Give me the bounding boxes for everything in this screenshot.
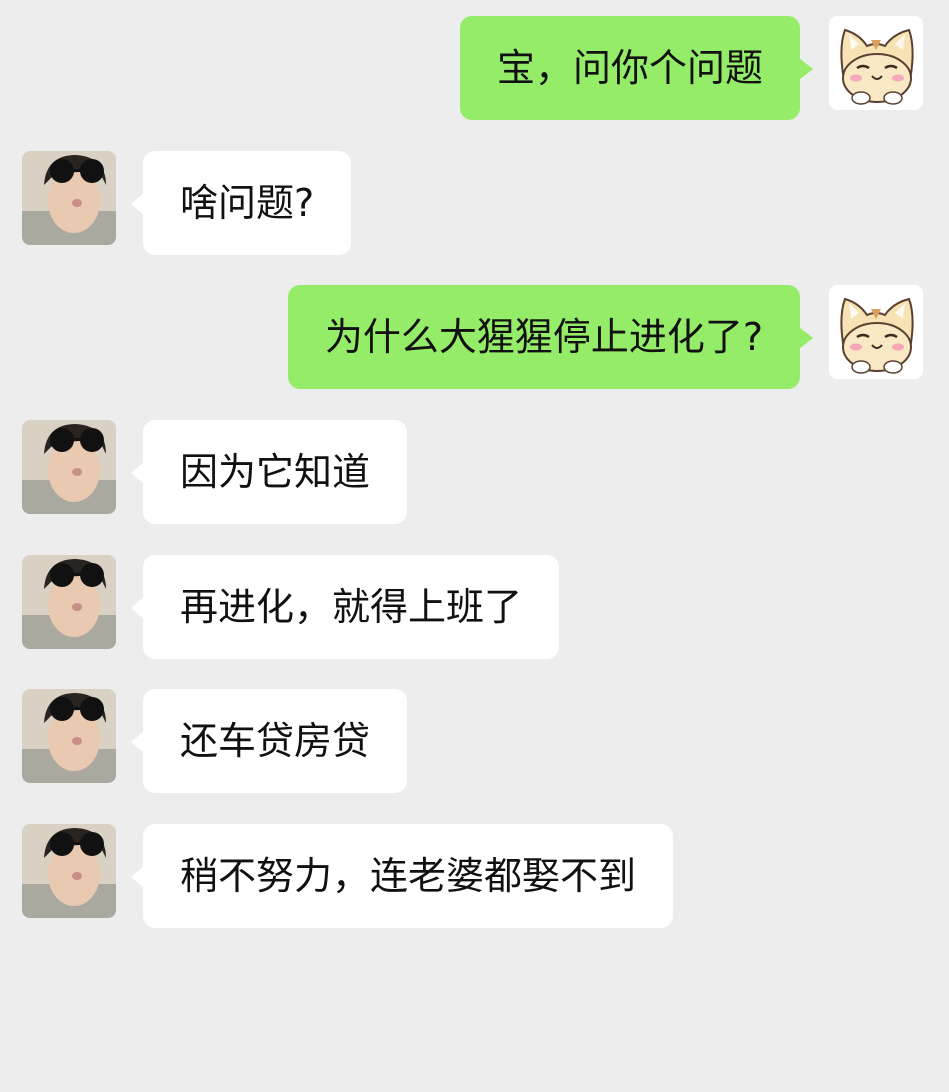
incoming-message-bubble[interactable]: 再进化，就得上班了 — [130, 555, 560, 659]
sunglasses-person-avatar[interactable] — [22, 824, 116, 918]
sunglasses-person-avatar[interactable] — [22, 555, 116, 649]
message-row-incoming: 啥问题? — [0, 151, 949, 255]
message-row-outgoing: 宝，问你个问题 — [0, 16, 949, 120]
chat-thread: 宝，问你个问题 啥问题? 为什么大猩猩停止进化了? 因为它知道 再进化，就得上班… — [0, 0, 949, 1092]
cat-avatar-icon[interactable] — [829, 16, 923, 110]
outgoing-message-bubble[interactable]: 宝，问你个问题 — [459, 16, 814, 120]
sunglasses-person-avatar[interactable] — [22, 689, 116, 783]
message-row-incoming: 还车贷房贷 — [0, 689, 949, 793]
message-row-incoming: 再进化，就得上班了 — [0, 555, 949, 659]
incoming-message-bubble[interactable]: 还车贷房贷 — [130, 689, 408, 793]
cat-avatar-icon[interactable] — [829, 285, 923, 379]
sunglasses-person-avatar[interactable] — [22, 151, 116, 245]
message-row-outgoing: 为什么大猩猩停止进化了? — [0, 285, 949, 389]
outgoing-message-bubble[interactable]: 为什么大猩猩停止进化了? — [287, 285, 814, 389]
incoming-message-bubble[interactable]: 稍不努力，连老婆都娶不到 — [130, 824, 674, 928]
sunglasses-person-avatar[interactable] — [22, 420, 116, 514]
message-row-incoming: 稍不努力，连老婆都娶不到 — [0, 824, 949, 928]
message-row-incoming: 因为它知道 — [0, 420, 949, 524]
incoming-message-bubble[interactable]: 因为它知道 — [130, 420, 408, 524]
incoming-message-bubble[interactable]: 啥问题? — [130, 151, 352, 255]
